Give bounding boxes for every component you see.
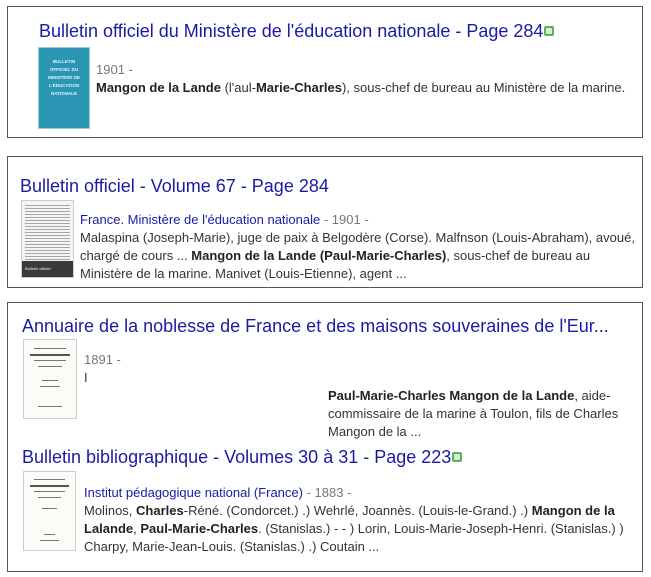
highlighted-term: Paul-Marie-Charles Mangon de la Lande [328,388,575,403]
result-year: 1891 - [84,352,121,367]
page-lines [25,205,70,260]
snippet-fragment: -Réné. (Condorcet.) .) Wehrlé, Joannès. … [183,503,532,518]
result-snippet: 1891 - I Paul-Marie-Charles Mangon de la… [84,351,629,441]
snippet-text: Malaspina (Joseph-Marie), juge de paix à… [80,229,640,283]
highlighted-term: Paul-Marie-Charles [140,521,259,536]
result-title-link[interactable]: Annuaire de la noblesse de France et des… [22,316,609,336]
ebook-icon[interactable] [452,452,463,462]
result-year: - 1901 - [320,212,369,227]
result-snippet: France. Ministère de l'éducation nationa… [80,211,640,283]
snippet-text: Molinos, Charles-Réné. (Condorcet.) .) W… [84,502,632,556]
book-cover-thumbnail[interactable] [23,471,76,551]
result-year: 1901 - [96,62,133,77]
result-title: Bulletin officiel - Volume 67 - Page 284 [20,175,329,197]
snippet-text: Mangon de la Lande (l'aul-Marie-Charles)… [96,79,641,97]
result-meta: France. Ministère de l'éducation nationa… [80,211,640,229]
book-cover-thumbnail[interactable]: Bulletin officiel [21,200,74,278]
highlighted-term: Mangon de la Lande [96,80,221,95]
book-cover-thumbnail[interactable] [23,339,77,419]
result-card: Annuaire de la noblesse de France et des… [7,302,643,572]
result-title-link[interactable]: Bulletin bibliographique - Volumes 30 à … [22,447,451,467]
highlighted-term: Marie-Charles [255,80,342,95]
result-title-link[interactable]: Bulletin officiel - Volume 67 - Page 284 [20,176,329,196]
result-title: Annuaire de la noblesse de France et des… [22,315,609,337]
snippet-text: Paul-Marie-Charles Mangon de la Lande, a… [84,387,629,441]
result-title: Bulletin officiel du Ministère de l'éduc… [39,20,555,42]
result-snippet: 1901 - Mangon de la Lande (l'aul-Marie-C… [96,61,641,97]
cover-text: BULLETIN OFFICIEL DU MINISTÈRE DE L'ÉDUC… [47,59,80,96]
highlighted-term: Mangon de la Lande (Paul-Marie-Charles) [191,248,447,263]
result-card: Bulletin officiel - Volume 67 - Page 284… [7,156,643,288]
result-title: Bulletin bibliographique - Volumes 30 à … [22,446,463,468]
snippet-mark: I [84,370,88,385]
result-year: - 1883 - [302,485,352,500]
cover-text: Bulletin officiel [22,261,73,277]
snippet-fragment: (l'aul- [220,80,256,95]
result-meta: Institut pédagogique national (France) -… [84,484,632,502]
result-source-link[interactable]: Institut pédagogique national (France) [84,485,303,500]
highlighted-term: Charles [136,503,184,518]
result-source-link[interactable]: France. Ministère de l'éducation nationa… [80,212,320,227]
snippet-fragment: Molinos, [84,503,137,518]
result-snippet: Institut pédagogique national (France) -… [84,484,632,556]
snippet-fragment: ), sous-chef de bureau au Ministère de l… [341,80,626,95]
book-cover-thumbnail[interactable]: BULLETIN OFFICIEL DU MINISTÈRE DE L'ÉDUC… [38,47,90,129]
result-card: Bulletin officiel du Ministère de l'éduc… [7,6,643,138]
ebook-icon[interactable] [544,26,555,36]
result-title-link[interactable]: Bulletin officiel du Ministère de l'éduc… [39,21,543,41]
